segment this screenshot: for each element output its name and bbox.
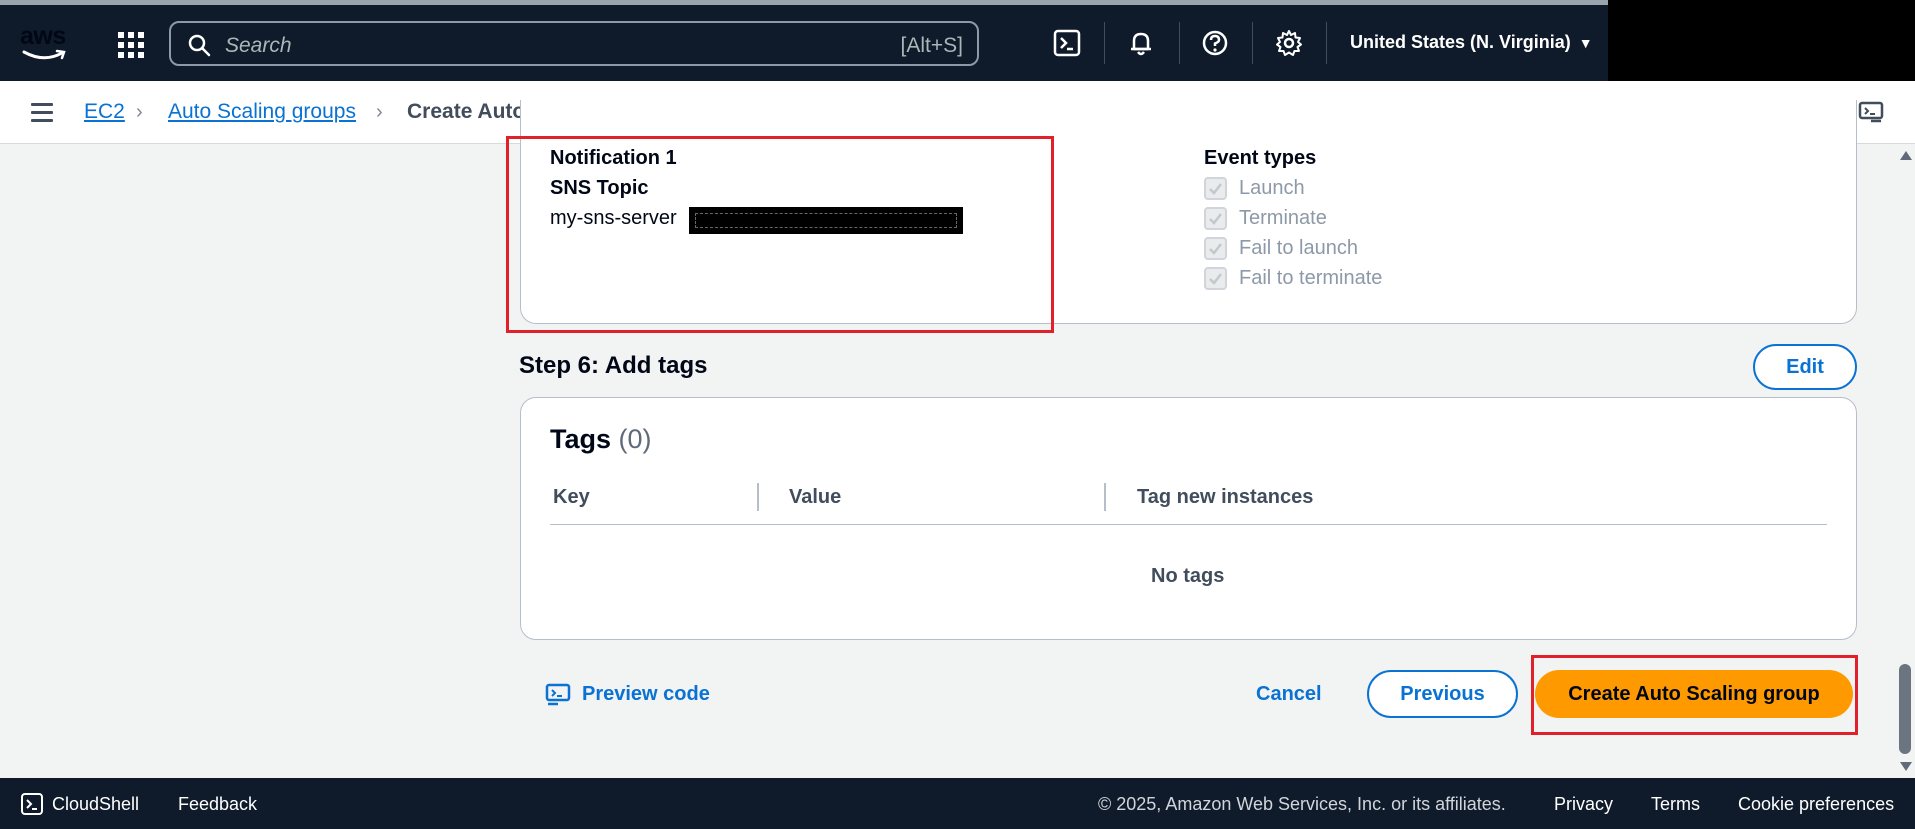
search-icon (188, 34, 211, 57)
checkbox-checked-icon (1204, 267, 1227, 290)
aws-smile-icon (22, 49, 66, 60)
tags-count: (0) (618, 424, 652, 454)
step-6-title: Step 6: Add tags (519, 352, 708, 379)
scroll-up-icon[interactable] (1900, 151, 1912, 160)
preview-code-button[interactable]: Preview code (582, 683, 710, 706)
column-divider[interactable] (757, 483, 759, 511)
aws-logo[interactable]: aws (20, 22, 72, 60)
tags-title-text: Tags (550, 424, 612, 454)
redacted-email (689, 207, 963, 234)
table-header-divider (550, 524, 1827, 525)
region-label: United States (N. Virginia) (1350, 32, 1571, 52)
copyright-text: © 2025, Amazon Web Services, Inc. or its… (1098, 794, 1506, 814)
scroll-down-icon[interactable] (1900, 762, 1912, 771)
scrollbar-thumb[interactable] (1899, 664, 1911, 754)
caret-down-icon: ▼ (1578, 35, 1593, 51)
settings-gear-icon[interactable] (1274, 28, 1304, 58)
breadcrumb-auto-scaling-groups[interactable]: Auto Scaling groups (168, 100, 356, 124)
column-header-key[interactable]: Key (553, 486, 590, 509)
feedback-link[interactable]: Feedback (178, 794, 257, 815)
help-icon[interactable] (1200, 28, 1230, 58)
sns-topic-value: my-sns-server (550, 207, 677, 229)
cookie-preferences-link[interactable]: Cookie preferences (1738, 794, 1894, 815)
scrollbar[interactable] (1895, 144, 1915, 778)
cloudshell-link[interactable]: CloudShell (52, 794, 139, 815)
window-edge (0, 0, 1608, 5)
aws-logo-text: aws (20, 22, 66, 50)
cancel-button[interactable]: Cancel (1256, 683, 1322, 706)
cloudshell-icon[interactable] (20, 792, 44, 816)
chevron-right-icon: › (376, 101, 383, 123)
checkbox-checked-icon (1204, 177, 1227, 200)
sns-topic-label: SNS Topic (550, 177, 649, 199)
highlight-box-create (1531, 655, 1858, 735)
preview-code-icon[interactable] (1857, 99, 1885, 127)
event-label: Launch (1239, 177, 1305, 199)
notification-title: Notification 1 (550, 147, 677, 169)
tags-container (520, 397, 1857, 640)
redacted-area (1608, 0, 1915, 81)
checkbox-checked-icon (1204, 237, 1227, 260)
event-label: Fail to launch (1239, 237, 1358, 259)
event-label: Terminate (1239, 207, 1327, 229)
event-types-label: Event types (1204, 147, 1317, 169)
tags-title: Tags (0) (550, 424, 652, 455)
preview-code-icon[interactable] (544, 681, 572, 709)
previous-button[interactable]: Previous (1367, 670, 1518, 718)
side-nav-menu-icon[interactable] (31, 103, 53, 122)
top-navigation: aws Search [Alt+S] United States (N. Vir… (0, 0, 1915, 81)
column-header-tag-new-instances[interactable]: Tag new instances (1137, 486, 1313, 509)
breadcrumb-ec2[interactable]: EC2 (84, 100, 125, 124)
search-input[interactable]: Search [Alt+S] (169, 21, 979, 66)
chevron-right-icon: › (136, 101, 143, 123)
privacy-link[interactable]: Privacy (1554, 794, 1613, 815)
search-shortcut: [Alt+S] (900, 34, 963, 57)
edit-button[interactable]: Edit (1753, 344, 1857, 390)
checkbox-checked-icon (1204, 207, 1227, 230)
services-menu-icon[interactable] (118, 32, 144, 58)
event-label: Fail to terminate (1239, 267, 1383, 289)
notifications-bell-icon[interactable] (1126, 28, 1156, 58)
cloudshell-icon[interactable] (1052, 28, 1082, 58)
column-header-value[interactable]: Value (789, 486, 841, 509)
empty-state-text: No tags (1151, 565, 1225, 587)
footer: CloudShell Feedback © 2025, Amazon Web S… (0, 778, 1915, 829)
terms-link[interactable]: Terms (1651, 794, 1700, 815)
search-placeholder: Search (225, 34, 292, 57)
region-selector[interactable]: United States (N. Virginia) ▼ (1350, 32, 1593, 53)
column-divider[interactable] (1104, 483, 1106, 511)
